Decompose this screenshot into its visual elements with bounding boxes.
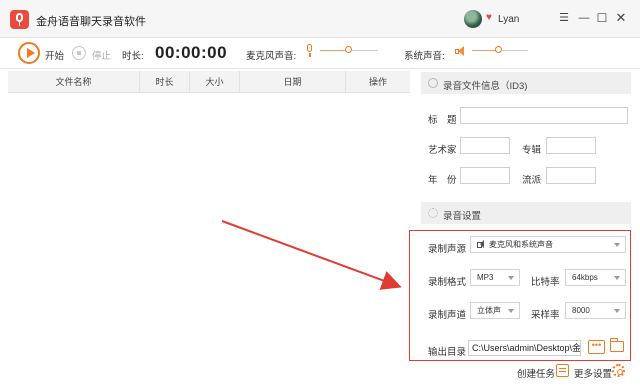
- heart-icon: ♥: [486, 12, 492, 23]
- play-icon[interactable]: [18, 42, 40, 64]
- settings-section-title: 录音设置: [443, 211, 482, 222]
- column-actions[interactable]: 操作: [346, 71, 410, 93]
- create-task-button[interactable]: 创建任务: [517, 366, 555, 380]
- genre-label: 流派: [522, 175, 542, 186]
- bitrate-label: 比特率: [531, 277, 560, 288]
- column-duration[interactable]: 时长: [140, 71, 190, 93]
- title-bar: 金舟语音聊天录音软件 ♥ Lyan ☰ — ☐ ✕: [0, 0, 640, 38]
- id3-section-title: 录音文件信息（ID3): [443, 81, 528, 92]
- id3-section-header: 录音文件信息（ID3): [421, 72, 631, 94]
- create-task-icon[interactable]: [556, 364, 569, 377]
- start-button[interactable]: 开始: [45, 48, 64, 62]
- output-label: 输出目录: [428, 347, 467, 358]
- user-avatar[interactable]: [464, 10, 482, 28]
- chevron-down-icon: [508, 309, 514, 313]
- samplerate-select[interactable]: 8000: [565, 302, 626, 319]
- column-size[interactable]: 大小: [190, 71, 240, 93]
- samplerate-label: 采样率: [531, 310, 560, 321]
- microphone-icon[interactable]: [305, 44, 314, 57]
- mic-slider-thumb[interactable]: [345, 46, 352, 53]
- title-input[interactable]: [460, 107, 628, 124]
- toolbar: 开始 停止 时长: 00:00:00 麦克风声音: 系统声音:: [0, 38, 640, 69]
- file-table-body: [8, 93, 410, 385]
- format-label: 录制格式: [428, 277, 467, 288]
- chevron-down-icon: [508, 276, 514, 280]
- year-label: 年 份: [428, 175, 457, 186]
- source-select[interactable]: 麦克风和系统声音: [470, 236, 626, 253]
- info-icon: [428, 78, 438, 88]
- album-input[interactable]: [546, 137, 596, 154]
- file-table-header: 文件名称 时长 大小 日期 操作: [8, 71, 410, 93]
- source-label: 录制声源: [428, 244, 467, 255]
- duration-label: 时长:: [122, 51, 144, 62]
- album-label: 专辑: [522, 145, 542, 156]
- channel-value: 立体声: [477, 306, 501, 315]
- channel-label: 录制声道: [428, 310, 467, 321]
- artist-input[interactable]: [460, 137, 510, 154]
- channel-select[interactable]: 立体声: [470, 302, 520, 319]
- artist-label: 艺术家: [428, 145, 457, 156]
- gear-small-icon: [428, 208, 438, 218]
- source-value: 麦克风和系统声音: [489, 240, 553, 249]
- format-value: MP3: [477, 273, 494, 282]
- stop-button[interactable]: 停止: [92, 48, 111, 62]
- app-logo-icon: [10, 10, 29, 29]
- gear-icon[interactable]: [612, 364, 625, 377]
- speaker-small-icon: [477, 240, 485, 248]
- maximize-button[interactable]: ☐: [595, 11, 609, 25]
- speaker-icon[interactable]: [455, 46, 467, 57]
- output-path-input[interactable]: C:\Users\admin\Desktop\金: [468, 340, 581, 356]
- format-select[interactable]: MP3: [470, 269, 520, 286]
- menu-icon[interactable]: ☰: [557, 11, 571, 25]
- title-label: 标 题: [428, 115, 457, 126]
- close-button[interactable]: ✕: [614, 11, 628, 25]
- bitrate-value: 64kbps: [572, 273, 598, 282]
- samplerate-value: 8000: [572, 306, 590, 315]
- duration-value: 00:00:00: [155, 43, 228, 62]
- folder-icon[interactable]: [610, 338, 624, 352]
- settings-section-header: 录音设置: [421, 202, 631, 224]
- system-slider-thumb[interactable]: [495, 46, 502, 53]
- system-volume-label: 系统声音:: [404, 51, 445, 62]
- user-name[interactable]: Lyan: [498, 14, 519, 25]
- chevron-down-icon: [614, 243, 620, 247]
- column-filename[interactable]: 文件名称: [8, 71, 140, 93]
- app-title: 金舟语音聊天录音软件: [36, 16, 146, 28]
- bitrate-select[interactable]: 64kbps: [565, 269, 626, 286]
- browse-button[interactable]: •••: [588, 340, 605, 354]
- mic-volume-label: 麦克风声音:: [246, 51, 297, 62]
- genre-input[interactable]: [546, 167, 596, 184]
- minimize-button[interactable]: —: [577, 11, 591, 25]
- chevron-down-icon: [614, 309, 620, 313]
- stop-icon[interactable]: [72, 46, 86, 60]
- column-date[interactable]: 日期: [240, 71, 346, 93]
- more-settings-button[interactable]: 更多设置: [574, 366, 612, 380]
- year-input[interactable]: [460, 167, 510, 184]
- chevron-down-icon: [614, 276, 620, 280]
